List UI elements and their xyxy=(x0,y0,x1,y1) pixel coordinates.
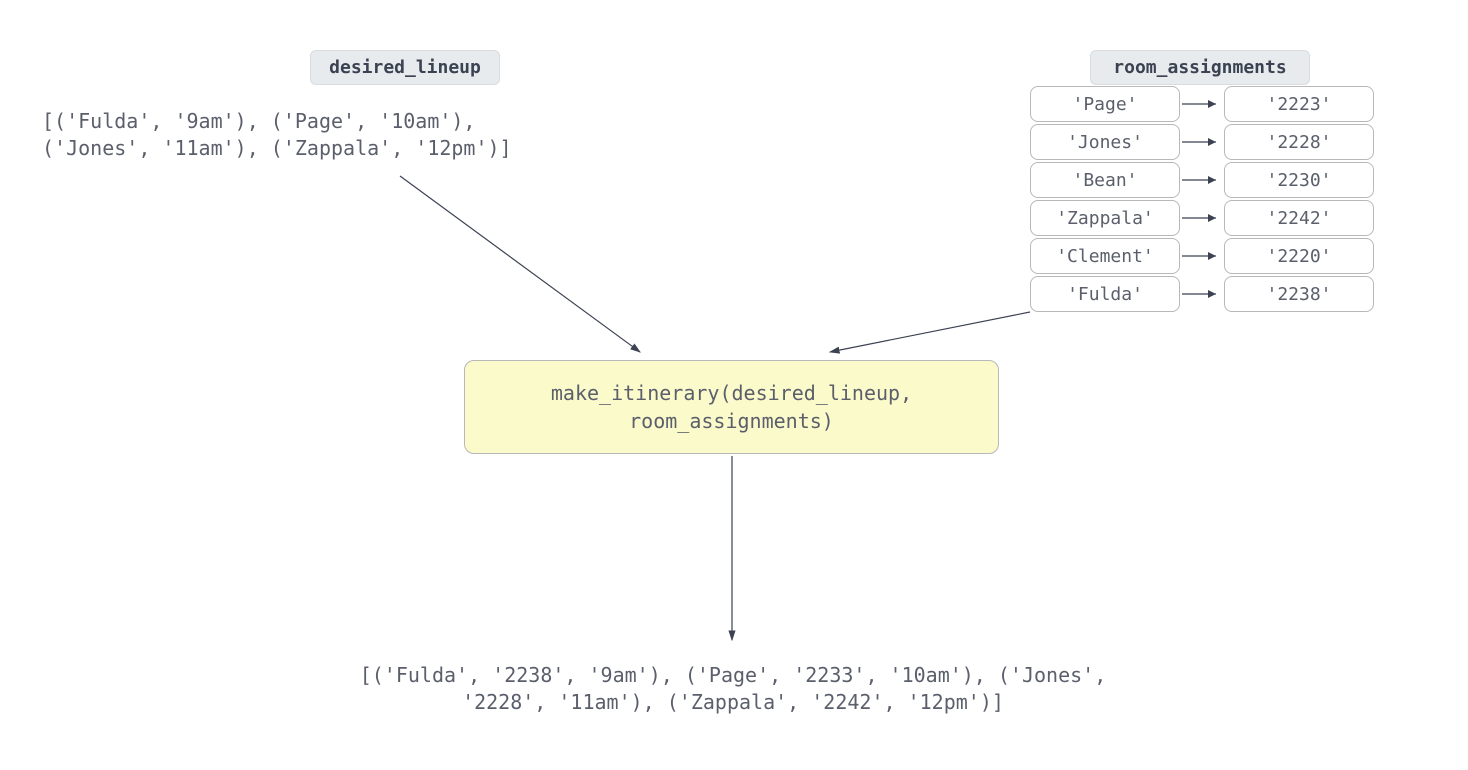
map-arrow-spacer xyxy=(1180,124,1224,160)
room-assignments-map: 'Page''2223''Jones''2228''Bean''2230''Za… xyxy=(1030,86,1374,314)
map-key: 'Zappala' xyxy=(1030,200,1180,236)
map-arrow-spacer xyxy=(1180,238,1224,274)
map-key: 'Bean' xyxy=(1030,162,1180,198)
output-line-1: [('Fulda', '2238', '9am'), ('Page', '223… xyxy=(228,662,1238,689)
map-row: 'Fulda' '2238' xyxy=(1030,276,1374,312)
map-value: '2242' xyxy=(1224,200,1374,236)
map-value: '2223' xyxy=(1224,86,1374,122)
label-desired-lineup: desired_lineup xyxy=(310,50,500,85)
function-call-text: make_itinerary(desired_lineup, room_assi… xyxy=(551,381,912,433)
map-arrow-spacer xyxy=(1180,200,1224,236)
output-line-2: '2228', '11am'), ('Zappala', '2242', '12… xyxy=(228,689,1238,716)
map-key: 'Page' xyxy=(1030,86,1180,122)
map-arrow-spacer xyxy=(1180,86,1224,122)
map-arrow-spacer xyxy=(1180,162,1224,198)
diagram-canvas: desired_lineup [('Fulda', '9am'), ('Page… xyxy=(0,0,1468,770)
map-key: 'Clement' xyxy=(1030,238,1180,274)
map-value: '2238' xyxy=(1224,276,1374,312)
map-key: 'Fulda' xyxy=(1030,276,1180,312)
map-row: 'Clement' '2220' xyxy=(1030,238,1374,274)
map-value: '2228' xyxy=(1224,124,1374,160)
map-value: '2220' xyxy=(1224,238,1374,274)
arrow-lineup-to-func xyxy=(400,176,640,352)
map-row: 'Bean' '2230' xyxy=(1030,162,1374,198)
map-row: 'Jones' '2228' xyxy=(1030,124,1374,160)
arrow-rooms-to-func xyxy=(830,312,1030,352)
function-call-box: make_itinerary(desired_lineup, room_assi… xyxy=(464,360,999,454)
output-code: [('Fulda', '2238', '9am'), ('Page', '223… xyxy=(228,662,1238,716)
desired-lineup-code: [('Fulda', '9am'), ('Page', '10am'), ('J… xyxy=(42,108,512,162)
map-key: 'Jones' xyxy=(1030,124,1180,160)
map-row: 'Page' '2223' xyxy=(1030,86,1374,122)
map-value: '2230' xyxy=(1224,162,1374,198)
label-room-assignments: room_assignments xyxy=(1090,50,1310,85)
map-arrow-spacer xyxy=(1180,276,1224,312)
map-row: 'Zappala' '2242' xyxy=(1030,200,1374,236)
